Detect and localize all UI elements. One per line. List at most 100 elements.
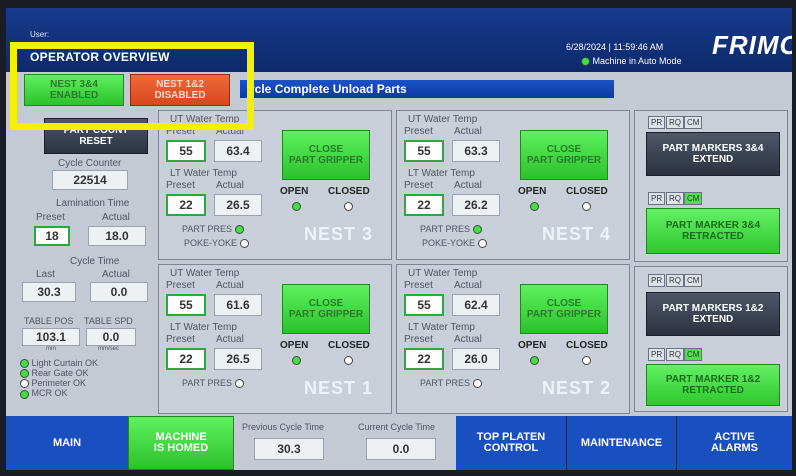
ut-preset-value[interactable]: 55 [166,140,206,162]
lt-water-label: LT Water Temp [170,322,237,333]
bottom-nav: MAIN MACHINE IS HOMED Previous Cycle Tim… [6,416,792,470]
rq-tag: RQ [666,274,684,287]
safety-text: Light Curtain OK [31,358,99,368]
lamination-time-label: Lamination Time [56,198,130,209]
lt-preset-value[interactable]: 22 [404,194,444,216]
cm-tag: CM [684,192,703,205]
ut-actual-label: Actual [454,280,482,291]
lt-actual-value: 26.5 [214,348,262,370]
lam-preset-label: Preset [36,212,65,223]
ut-actual-label: Actual [454,126,482,137]
main-button[interactable]: MAIN [6,416,128,470]
status-led-icon [581,57,590,67]
part-pres-label: PART PRES [182,378,244,389]
open-label: OPEN [518,186,547,197]
mode-text: Machine in Auto Mode [592,56,682,66]
ut-preset-value[interactable]: 55 [166,294,206,316]
ut-preset-label: Preset [404,280,433,291]
lt-preset-value[interactable]: 22 [166,194,206,216]
status-led-icon [20,379,29,389]
ct-last-label: Last [36,269,55,280]
rq-tag: RQ [666,348,684,361]
ut-actual-value: 61.6 [214,294,262,316]
ut-preset-value[interactable]: 55 [404,294,444,316]
closed-label: CLOSED [328,340,370,351]
lt-preset-label: Preset [404,334,433,345]
lt-preset-value[interactable]: 22 [166,348,206,370]
cycle-counter-value: 22514 [52,170,128,190]
unit-mm: mm [46,346,56,352]
safety-item: Light Curtain OK [20,358,99,369]
safety-text: MCR OK [31,388,68,399]
rq-tag: RQ [666,116,684,129]
cycle-time-label: Cycle Time [70,256,120,267]
pr-tag: PR [648,348,666,361]
safety-item: Perimeter OK [20,378,98,389]
markers-12-extend-button[interactable]: PART MARKERS 1&2 EXTEND [646,292,780,336]
lt-actual-value: 26.2 [452,194,500,216]
closed-label: CLOSED [566,186,608,197]
top-platen-control-button[interactable]: TOP PLATEN CONTROL [456,416,566,470]
prev-cycle-value: 30.3 [254,438,324,460]
markers-34-extend-button[interactable]: PART MARKERS 3&4 EXTEND [646,132,780,176]
safety-status-list: Light Curtain OK Rear Gate OK Perimeter … [20,358,98,399]
part-pres-led-icon [472,225,482,235]
nest-name: NEST 2 [542,378,612,398]
ct-last-value: 30.3 [22,282,76,302]
safety-item: MCR OK [20,388,98,399]
status-message: ycle Complete Unload Parts [240,80,614,98]
lam-preset-value[interactable]: 18 [34,226,70,246]
close-part-gripper-button[interactable]: CLOSE PART GRIPPER [282,130,370,180]
lt-actual-value: 26.0 [452,348,500,370]
close-part-gripper-button[interactable]: CLOSE PART GRIPPER [520,130,608,180]
maintenance-button[interactable]: MAINTENANCE [566,416,676,470]
open-indicator-icon [530,202,539,211]
lt-preset-label: Preset [166,180,195,191]
cycle-counter-label: Cycle Counter [58,158,122,169]
part-pres-led-icon [234,379,244,389]
machine-homed-button[interactable]: MACHINE IS HOMED [128,416,234,470]
table-pos-label: TABLE POS [24,316,74,326]
open-indicator-icon [530,356,539,365]
frimo-logo: FRIMO [712,30,792,60]
ut-water-label: UT Water Temp [408,114,478,125]
safety-text: Rear Gate OK [31,368,89,379]
ut-preset-label: Preset [404,126,433,137]
markers-34-retracted-button[interactable]: PART MARKER 3&4 RETRACTED [646,208,780,254]
ut-actual-value: 62.4 [452,294,500,316]
status-led-icon [20,359,29,369]
lt-actual-label: Actual [454,180,482,191]
lt-preset-label: Preset [404,180,433,191]
markers-12-retracted-button[interactable]: PART MARKER 1&2 RETRACTED [646,364,780,406]
lt-preset-value[interactable]: 22 [404,348,444,370]
table-pos-value: 103.1 [22,328,80,346]
safety-text: Perimeter OK [31,378,87,389]
part-pres-text: PART PRES [420,378,471,388]
open-indicator-icon [292,356,301,365]
ut-actual-label: Actual [216,280,244,291]
part-pres-label: PART PRES [420,224,482,235]
close-part-gripper-button[interactable]: CLOSE PART GRIPPER [520,284,608,334]
poke-yoke-label: POKE-YOKE [184,238,249,249]
close-part-gripper-button[interactable]: CLOSE PART GRIPPER [282,284,370,334]
ct-actual-value: 0.0 [90,282,148,302]
closed-indicator-icon [344,356,353,365]
lt-preset-label: Preset [166,334,195,345]
ut-preset-label: Preset [166,280,195,291]
pr-tag: PR [648,192,666,205]
lt-water-label: LT Water Temp [408,168,475,179]
lam-actual-value: 18.0 [88,226,146,246]
ut-preset-value[interactable]: 55 [404,140,444,162]
closed-label: CLOSED [566,340,608,351]
machine-mode: Machine in Auto Mode [581,56,682,67]
part-pres-led-icon [234,225,244,235]
curr-cycle-value: 0.0 [366,438,436,460]
lt-water-label: LT Water Temp [170,168,237,179]
ut-actual-value: 63.3 [452,140,500,162]
lt-water-label: LT Water Temp [408,322,475,333]
part-pres-label: PART PRES [182,224,244,235]
open-label: OPEN [518,340,547,351]
user-label: User: [30,30,50,39]
active-alarms-button[interactable]: ACTIVE ALARMS [676,416,792,470]
open-label: OPEN [280,340,309,351]
